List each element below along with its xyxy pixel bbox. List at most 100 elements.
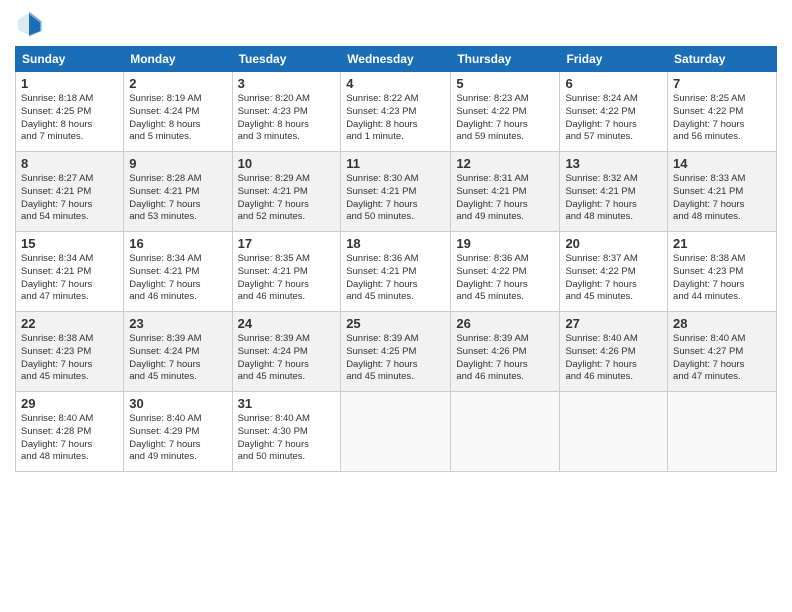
day-number: 15	[21, 236, 118, 251]
calendar-day-cell: 30Sunrise: 8:40 AM Sunset: 4:29 PM Dayli…	[124, 392, 232, 472]
calendar-day-cell: 1 Sunrise: 8:18 AM Sunset: 4:25 PM Daylig…	[16, 72, 124, 152]
day-info: Sunrise: 8:38 AM Sunset: 4:23 PM Dayligh…	[673, 253, 771, 304]
calendar-day-cell: 8Sunrise: 8:27 AM Sunset: 4:21 PM Daylig…	[16, 152, 124, 232]
day-number: 11	[346, 156, 445, 171]
calendar-day-cell: 19 Sunrise: 8:36 AM Sunset: 4:22 PM Dayli…	[451, 232, 560, 312]
day-info: Sunrise: 8:40 AM Sunset: 4:30 PM Dayligh…	[238, 413, 336, 464]
calendar-day-cell: 16Sunrise: 8:34 AM Sunset: 4:21 PM Dayli…	[124, 232, 232, 312]
calendar-day-cell: 13 Sunrise: 8:32 AM Sunset: 4:21 PM Dayli…	[560, 152, 668, 232]
weekday-header: Tuesday	[232, 47, 341, 72]
day-info: Sunrise: 8:23 AM Sunset: 4:22 PM Dayligh…	[456, 93, 554, 144]
day-number: 9	[129, 156, 226, 171]
weekday-header: Wednesday	[341, 47, 451, 72]
day-number: 7	[673, 76, 771, 91]
calendar-week-row: 29Sunrise: 8:40 AM Sunset: 4:28 PM Dayli…	[16, 392, 777, 472]
day-number: 4	[346, 76, 445, 91]
day-number: 5	[456, 76, 554, 91]
calendar-day-cell: 18Sunrise: 8:36 AM Sunset: 4:21 PM Dayli…	[341, 232, 451, 312]
calendar-day-cell: 29Sunrise: 8:40 AM Sunset: 4:28 PM Dayli…	[16, 392, 124, 472]
calendar-week-row: 1 Sunrise: 8:18 AM Sunset: 4:25 PM Daylig…	[16, 72, 777, 152]
calendar-day-cell: 25 Sunrise: 8:39 AM Sunset: 4:25 PM Dayli…	[341, 312, 451, 392]
day-number: 26	[456, 316, 554, 331]
calendar-day-cell: 2Sunrise: 8:19 AM Sunset: 4:24 PM Daylig…	[124, 72, 232, 152]
calendar-day-cell: 4 Sunrise: 8:22 AM Sunset: 4:23 PM Daylig…	[341, 72, 451, 152]
day-number: 6	[565, 76, 662, 91]
day-info: Sunrise: 8:38 AM Sunset: 4:23 PM Dayligh…	[21, 333, 118, 384]
day-info: Sunrise: 8:39 AM Sunset: 4:24 PM Dayligh…	[129, 333, 226, 384]
calendar-week-row: 22 Sunrise: 8:38 AM Sunset: 4:23 PM Dayli…	[16, 312, 777, 392]
day-info: Sunrise: 8:25 AM Sunset: 4:22 PM Dayligh…	[673, 93, 771, 144]
weekday-header: Thursday	[451, 47, 560, 72]
calendar-day-cell	[668, 392, 777, 472]
weekday-header: Friday	[560, 47, 668, 72]
weekday-header: Monday	[124, 47, 232, 72]
day-number: 19	[456, 236, 554, 251]
day-info: Sunrise: 8:31 AM Sunset: 4:21 PM Dayligh…	[456, 173, 554, 224]
calendar-day-cell: 27 Sunrise: 8:40 AM Sunset: 4:26 PM Dayli…	[560, 312, 668, 392]
calendar-day-cell: 31 Sunrise: 8:40 AM Sunset: 4:30 PM Dayli…	[232, 392, 341, 472]
calendar-day-cell: 15 Sunrise: 8:34 AM Sunset: 4:21 PM Dayli…	[16, 232, 124, 312]
day-number: 16	[129, 236, 226, 251]
day-info: Sunrise: 8:35 AM Sunset: 4:21 PM Dayligh…	[238, 253, 336, 304]
day-number: 25	[346, 316, 445, 331]
header-row: SundayMondayTuesdayWednesdayThursdayFrid…	[16, 47, 777, 72]
day-info: Sunrise: 8:39 AM Sunset: 4:26 PM Dayligh…	[456, 333, 554, 384]
day-number: 10	[238, 156, 336, 171]
day-number: 1	[21, 76, 118, 91]
calendar-day-cell: 6 Sunrise: 8:24 AM Sunset: 4:22 PM Daylig…	[560, 72, 668, 152]
day-info: Sunrise: 8:36 AM Sunset: 4:22 PM Dayligh…	[456, 253, 554, 304]
calendar-day-cell: 7 Sunrise: 8:25 AM Sunset: 4:22 PM Daylig…	[668, 72, 777, 152]
calendar-day-cell: 9 Sunrise: 8:28 AM Sunset: 4:21 PM Daylig…	[124, 152, 232, 232]
day-number: 21	[673, 236, 771, 251]
day-info: Sunrise: 8:34 AM Sunset: 4:21 PM Dayligh…	[21, 253, 118, 304]
calendar-day-cell	[560, 392, 668, 472]
calendar-day-cell: 3 Sunrise: 8:20 AM Sunset: 4:23 PM Daylig…	[232, 72, 341, 152]
logo	[15, 10, 45, 38]
day-number: 14	[673, 156, 771, 171]
page-container: SundayMondayTuesdayWednesdayThursdayFrid…	[0, 0, 792, 482]
day-number: 12	[456, 156, 554, 171]
day-info: Sunrise: 8:24 AM Sunset: 4:22 PM Dayligh…	[565, 93, 662, 144]
calendar-day-cell: 26 Sunrise: 8:39 AM Sunset: 4:26 PM Dayli…	[451, 312, 560, 392]
day-number: 22	[21, 316, 118, 331]
day-number: 13	[565, 156, 662, 171]
day-info: Sunrise: 8:30 AM Sunset: 4:21 PM Dayligh…	[346, 173, 445, 224]
day-number: 31	[238, 396, 336, 411]
calendar-day-cell	[451, 392, 560, 472]
day-number: 3	[238, 76, 336, 91]
day-info: Sunrise: 8:40 AM Sunset: 4:27 PM Dayligh…	[673, 333, 771, 384]
calendar-day-cell: 5 Sunrise: 8:23 AM Sunset: 4:22 PM Daylig…	[451, 72, 560, 152]
day-number: 27	[565, 316, 662, 331]
calendar-week-row: 15 Sunrise: 8:34 AM Sunset: 4:21 PM Dayli…	[16, 232, 777, 312]
day-number: 28	[673, 316, 771, 331]
day-info: Sunrise: 8:36 AM Sunset: 4:21 PM Dayligh…	[346, 253, 445, 304]
day-info: Sunrise: 8:28 AM Sunset: 4:21 PM Dayligh…	[129, 173, 226, 224]
day-number: 29	[21, 396, 118, 411]
calendar-header: SundayMondayTuesdayWednesdayThursdayFrid…	[16, 47, 777, 72]
day-info: Sunrise: 8:32 AM Sunset: 4:21 PM Dayligh…	[565, 173, 662, 224]
day-number: 17	[238, 236, 336, 251]
calendar-day-cell: 21 Sunrise: 8:38 AM Sunset: 4:23 PM Dayli…	[668, 232, 777, 312]
day-info: Sunrise: 8:27 AM Sunset: 4:21 PM Dayligh…	[21, 173, 118, 224]
calendar-table: SundayMondayTuesdayWednesdayThursdayFrid…	[15, 46, 777, 472]
calendar-day-cell: 22 Sunrise: 8:38 AM Sunset: 4:23 PM Dayli…	[16, 312, 124, 392]
day-number: 20	[565, 236, 662, 251]
day-info: Sunrise: 8:20 AM Sunset: 4:23 PM Dayligh…	[238, 93, 336, 144]
calendar-day-cell	[341, 392, 451, 472]
calendar-day-cell: 23 Sunrise: 8:39 AM Sunset: 4:24 PM Dayli…	[124, 312, 232, 392]
day-number: 24	[238, 316, 336, 331]
calendar-body: 1 Sunrise: 8:18 AM Sunset: 4:25 PM Daylig…	[16, 72, 777, 472]
day-info: Sunrise: 8:40 AM Sunset: 4:26 PM Dayligh…	[565, 333, 662, 384]
calendar-day-cell: 24 Sunrise: 8:39 AM Sunset: 4:24 PM Dayli…	[232, 312, 341, 392]
day-info: Sunrise: 8:39 AM Sunset: 4:24 PM Dayligh…	[238, 333, 336, 384]
day-info: Sunrise: 8:33 AM Sunset: 4:21 PM Dayligh…	[673, 173, 771, 224]
day-info: Sunrise: 8:22 AM Sunset: 4:23 PM Dayligh…	[346, 93, 445, 144]
day-info: Sunrise: 8:29 AM Sunset: 4:21 PM Dayligh…	[238, 173, 336, 224]
calendar-day-cell: 12 Sunrise: 8:31 AM Sunset: 4:21 PM Dayli…	[451, 152, 560, 232]
calendar-day-cell: 10 Sunrise: 8:29 AM Sunset: 4:21 PM Dayli…	[232, 152, 341, 232]
day-info: Sunrise: 8:39 AM Sunset: 4:25 PM Dayligh…	[346, 333, 445, 384]
day-info: Sunrise: 8:18 AM Sunset: 4:25 PM Dayligh…	[21, 93, 118, 144]
page-header	[15, 10, 777, 38]
calendar-day-cell: 11 Sunrise: 8:30 AM Sunset: 4:21 PM Dayli…	[341, 152, 451, 232]
day-number: 23	[129, 316, 226, 331]
